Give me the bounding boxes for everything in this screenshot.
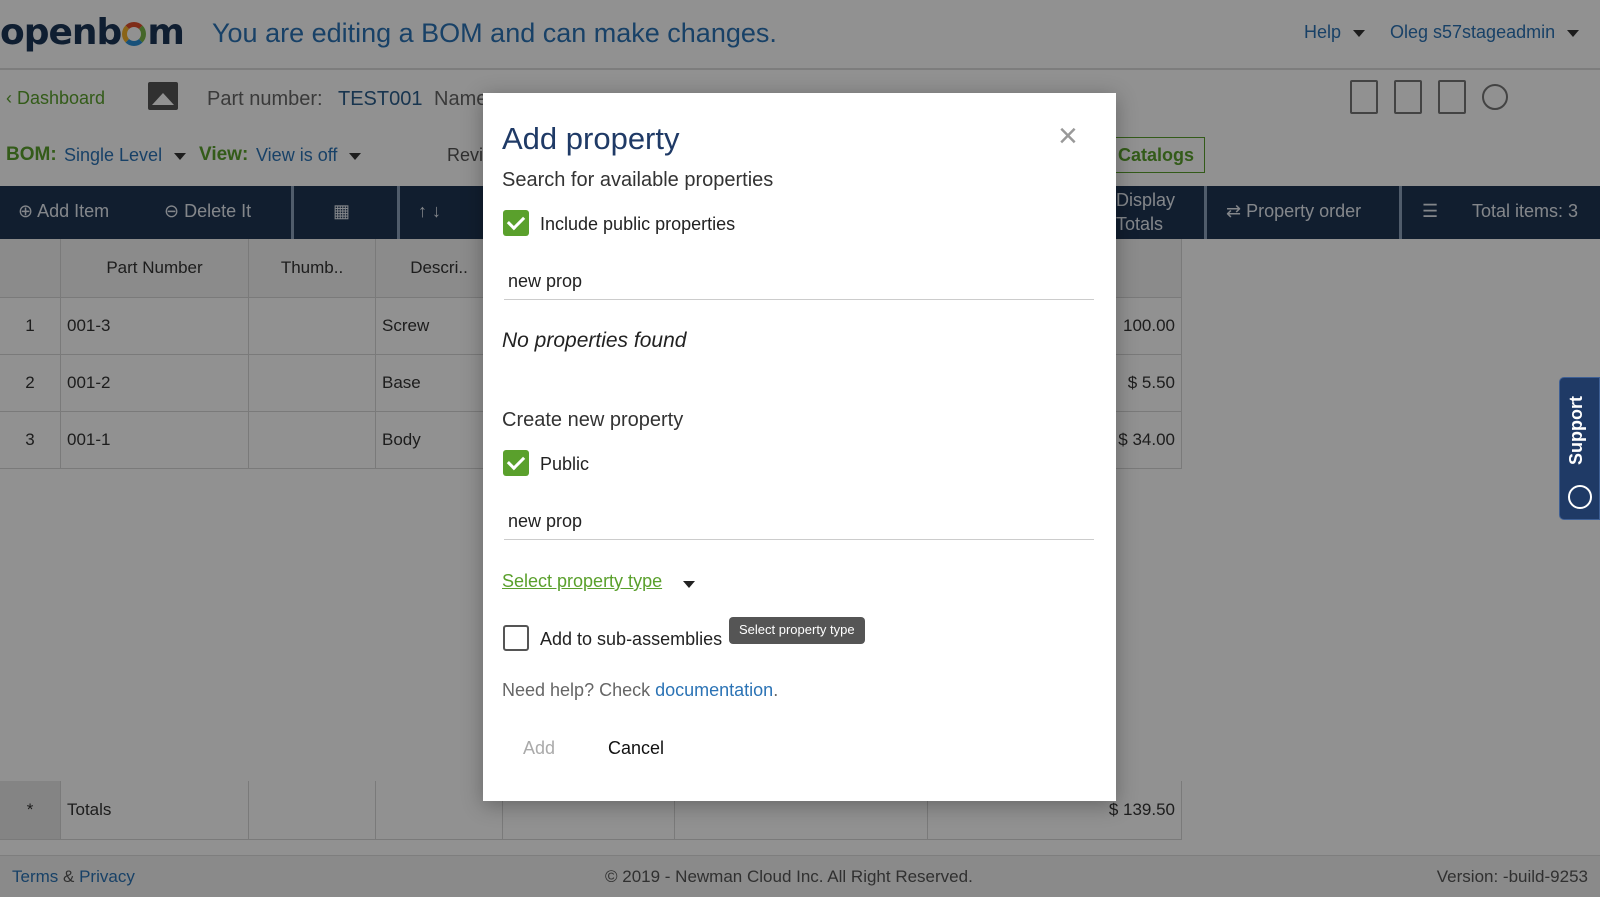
support-label: Support (1566, 396, 1586, 466)
property-type-select[interactable]: Select property type (502, 571, 662, 592)
property-name-input[interactable] (504, 504, 1094, 540)
documentation-link[interactable]: documentation (655, 680, 773, 700)
public-label: Public (540, 454, 590, 474)
close-icon[interactable]: × (1058, 119, 1078, 153)
search-input[interactable] (504, 264, 1094, 300)
help-prefix: Need help? Check (502, 680, 656, 700)
create-heading: Create new property (502, 409, 684, 431)
include-public-label: Include public properties (540, 214, 736, 234)
add-property-dialog: Add property × Search for available prop… (483, 93, 1116, 801)
support-icon (1568, 485, 1592, 509)
public-checkbox[interactable] (503, 450, 529, 476)
no-results-message: No properties found (502, 329, 687, 352)
search-heading: Search for available properties (502, 169, 774, 191)
support-tab[interactable]: Support (1559, 377, 1600, 520)
cancel-button[interactable]: Cancel (608, 738, 664, 759)
help-text: Need help? Check documentation. (502, 680, 778, 701)
sub-assemblies-label: Add to sub-assemblies (540, 629, 723, 649)
dialog-title: Add property (502, 121, 680, 156)
chevron-down-icon[interactable] (683, 581, 695, 588)
include-public-checkbox[interactable] (503, 210, 529, 236)
help-suffix: . (773, 680, 779, 700)
sub-assemblies-checkbox[interactable] (503, 625, 529, 651)
add-button[interactable]: Add (523, 738, 555, 759)
tooltip: Select property type (729, 617, 865, 644)
